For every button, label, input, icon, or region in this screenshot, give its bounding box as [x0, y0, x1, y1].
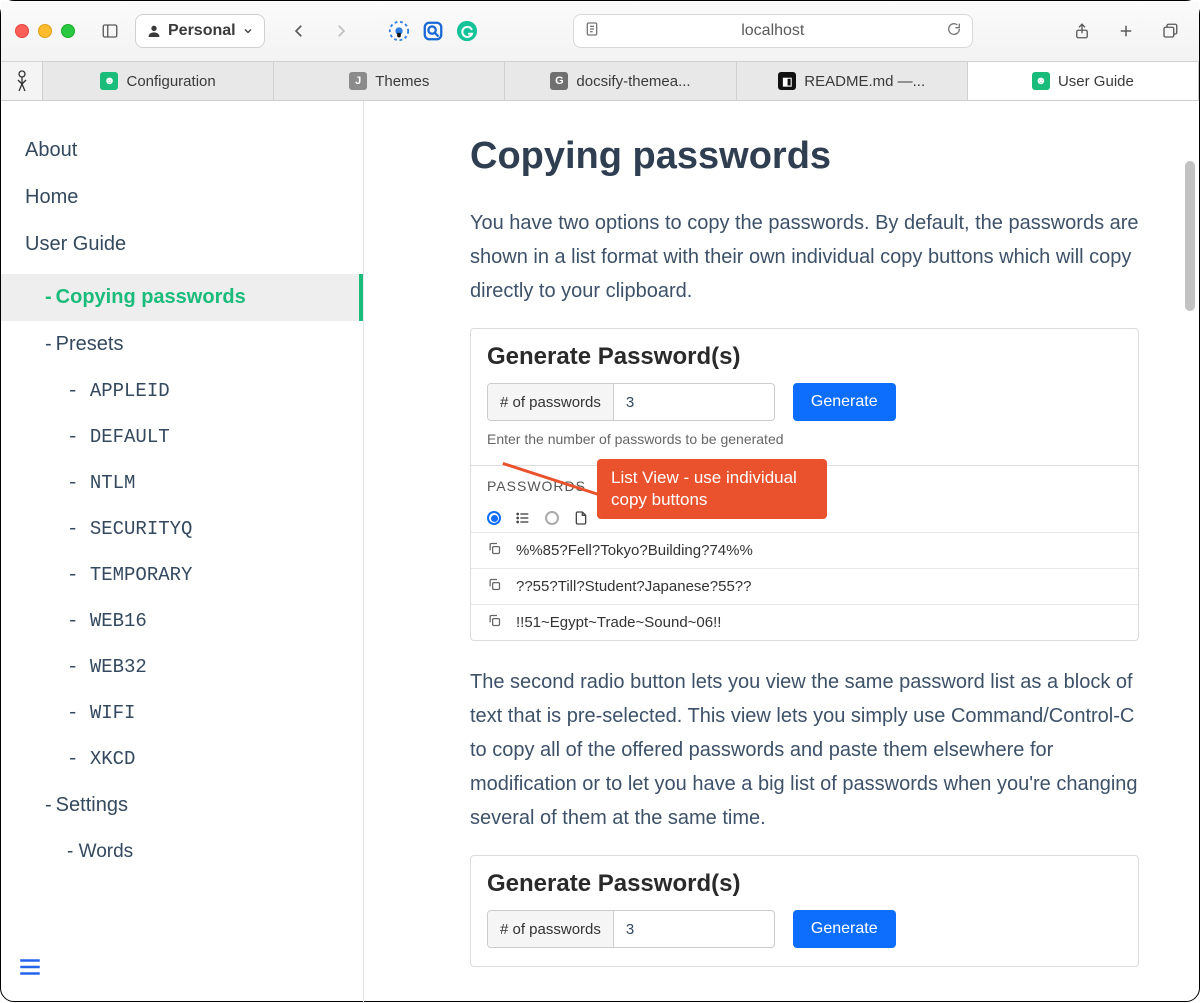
annotation-callout: List View - use individual copy buttons — [597, 459, 827, 519]
tabs-overview-button[interactable] — [1155, 16, 1185, 46]
sidebar-preset-default[interactable]: - DEFAULT — [1, 414, 363, 460]
hint-text: Enter the number of passwords to be gene… — [487, 431, 1122, 447]
sidebar-toggle-button[interactable] — [95, 16, 125, 46]
sidebar-preset-ntlm[interactable]: - NTLM — [1, 460, 363, 506]
sidebar: About Home User Guide -Copying passwords… — [1, 101, 364, 1003]
sidebar-item-label: Settings — [56, 794, 128, 816]
sidebar-item-presets[interactable]: -Presets — [1, 321, 363, 368]
tab-favicon: ◧ — [778, 72, 796, 90]
tab-label: User Guide — [1058, 73, 1134, 90]
password-count-input[interactable]: # of passwords 3 — [487, 383, 775, 421]
sidebar-item-copying-passwords[interactable]: -Copying passwords — [1, 274, 363, 321]
generate-button[interactable]: Generate — [793, 383, 896, 421]
sidebar-item-home[interactable]: Home — [1, 174, 363, 221]
input-label: # of passwords — [488, 384, 614, 420]
tab-bar: ☻ Configuration J Themes G docsify-theme… — [1, 62, 1199, 101]
minimize-window-button[interactable] — [38, 24, 52, 38]
list-icon — [515, 510, 531, 526]
sidebar-preset-web16[interactable]: - WEB16 — [1, 598, 363, 644]
main-content: Copying passwords You have two options t… — [364, 101, 1199, 1003]
sidebar-item-user-guide[interactable]: User Guide — [1, 221, 363, 268]
browser-toolbar: Personal localhost — [1, 1, 1199, 62]
password-row: %%85?Fell?Tokyo?Building?74%% — [471, 532, 1138, 568]
address-text: localhost — [741, 22, 804, 40]
extension-grammarly-icon[interactable] — [455, 19, 479, 43]
password-text: !!51~Egypt~Trade~Sound~06!! — [516, 614, 721, 631]
intro-paragraph: You have two options to copy the passwor… — [470, 206, 1139, 308]
close-window-button[interactable] — [15, 24, 29, 38]
panel-title: Generate Password(s) — [487, 343, 1122, 371]
generate-panel-2: Generate Password(s) # of passwords 3 Ge… — [470, 855, 1139, 967]
sidebar-preset-web32[interactable]: - WEB32 — [1, 644, 363, 690]
panel-title: Generate Password(s) — [487, 870, 1122, 898]
list-view-radio[interactable] — [487, 511, 501, 525]
maximize-window-button[interactable] — [61, 24, 75, 38]
sidebar-item-words[interactable]: - Words — [1, 829, 363, 875]
copy-icon[interactable] — [487, 541, 502, 560]
sidebar-preset-securityq[interactable]: - SECURITYQ — [1, 506, 363, 552]
address-bar[interactable]: localhost — [573, 14, 973, 48]
password-text: ??55?Till?Student?Japanese?55?? — [516, 578, 751, 595]
profile-label: Personal — [168, 22, 236, 40]
tab-user-guide[interactable]: ☻ User Guide — [968, 62, 1199, 100]
copy-icon[interactable] — [487, 577, 502, 596]
password-count-input[interactable]: # of passwords 3 — [487, 910, 775, 948]
sidebar-preset-appleid[interactable]: - APPLEID — [1, 368, 363, 414]
back-button[interactable] — [281, 13, 317, 49]
input-label: # of passwords — [488, 911, 614, 947]
extension-search-icon[interactable] — [421, 19, 445, 43]
input-value: 3 — [614, 911, 774, 947]
share-button[interactable] — [1067, 16, 1097, 46]
sidebar-item-settings[interactable]: -Settings — [1, 782, 363, 829]
sidebar-preset-wifi[interactable]: - WIFI — [1, 690, 363, 736]
tab-favicon: ☻ — [1032, 72, 1050, 90]
page-title: Copying passwords — [470, 135, 1139, 178]
tab-label: README.md —... — [804, 73, 925, 90]
tab-favicon: J — [349, 72, 367, 90]
password-text: %%85?Fell?Tokyo?Building?74%% — [516, 542, 753, 559]
tab-label: docsify-themea... — [576, 73, 690, 90]
forward-button[interactable] — [323, 13, 359, 49]
pinned-tab[interactable] — [1, 62, 43, 100]
tab-configuration[interactable]: ☻ Configuration — [43, 62, 274, 100]
generate-panel-1: Generate Password(s) # of passwords 3 Ge… — [470, 328, 1139, 641]
tab-themes[interactable]: J Themes — [274, 62, 505, 100]
profile-selector[interactable]: Personal — [135, 14, 265, 48]
document-icon — [573, 510, 589, 526]
sidebar-preset-temporary[interactable]: - TEMPORARY — [1, 552, 363, 598]
extension-privacy-icon[interactable] — [387, 19, 411, 43]
tab-favicon: ☻ — [100, 72, 118, 90]
tab-docsify[interactable]: G docsify-themea... — [505, 62, 736, 100]
tab-label: Themes — [375, 73, 429, 90]
sidebar-item-about[interactable]: About — [1, 127, 363, 174]
menu-toggle-button[interactable] — [17, 954, 43, 985]
generate-button[interactable]: Generate — [793, 910, 896, 948]
new-tab-button[interactable] — [1111, 16, 1141, 46]
sidebar-item-label: Presets — [56, 333, 124, 355]
input-value: 3 — [614, 384, 774, 420]
reader-mode-icon[interactable] — [584, 21, 600, 42]
password-row: ??55?Till?Student?Japanese?55?? — [471, 568, 1138, 604]
second-paragraph: The second radio button lets you view th… — [470, 665, 1139, 835]
reload-icon[interactable] — [946, 21, 962, 42]
password-row: !!51~Egypt~Trade~Sound~06!! — [471, 604, 1138, 640]
tab-label: Configuration — [126, 73, 215, 90]
sidebar-item-label: Copying passwords — [56, 286, 246, 308]
tab-readme[interactable]: ◧ README.md —... — [737, 62, 968, 100]
window-controls — [15, 24, 75, 38]
tab-favicon: G — [550, 72, 568, 90]
sidebar-preset-xkcd[interactable]: - XKCD — [1, 736, 363, 782]
block-view-radio[interactable] — [545, 511, 559, 525]
copy-icon[interactable] — [487, 613, 502, 632]
